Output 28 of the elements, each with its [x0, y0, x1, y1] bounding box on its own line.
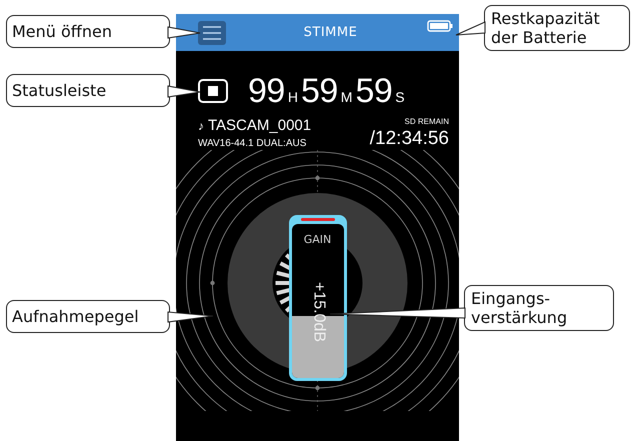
leader-line: [168, 26, 200, 39]
time-unit: S: [395, 88, 405, 104]
time-value: 99: [248, 72, 285, 110]
time-value: 59: [300, 72, 338, 110]
gain-label: GAIN: [302, 232, 332, 246]
time-unit: M: [340, 88, 352, 104]
menu-icon: [203, 26, 221, 40]
time-value: 59: [355, 72, 392, 110]
screen-title: STIMME: [302, 25, 358, 40]
leader-line: [168, 311, 214, 323]
callout-label: Statusleiste: [6, 74, 170, 107]
leader-line: [168, 85, 200, 98]
leader-line: [456, 21, 486, 36]
time-unit: H: [288, 88, 298, 104]
battery-icon: [427, 20, 453, 32]
file-name: TASCAM_0001: [208, 117, 312, 134]
callout-label: Aufnahmepegel: [6, 300, 170, 333]
gain-reading: +15.0dB: [310, 282, 328, 342]
gain-slider[interactable]: GAIN +15.0dB: [288, 214, 346, 380]
music-note-icon: ♪: [198, 119, 204, 133]
callout-label: Eingangs-verstärkung: [464, 285, 614, 331]
file-format: WAV16-44.1 DUAL:AUS: [198, 138, 308, 149]
remain-label: SD REMAIN: [404, 117, 449, 126]
menu-button[interactable]: [198, 20, 226, 44]
remain-time: /12:34:56: [370, 128, 449, 150]
peak-indicator: [300, 218, 334, 220]
callout-label: Menü öffnen: [6, 15, 170, 48]
callout-label: Restkapazität der Batterie: [484, 5, 630, 51]
